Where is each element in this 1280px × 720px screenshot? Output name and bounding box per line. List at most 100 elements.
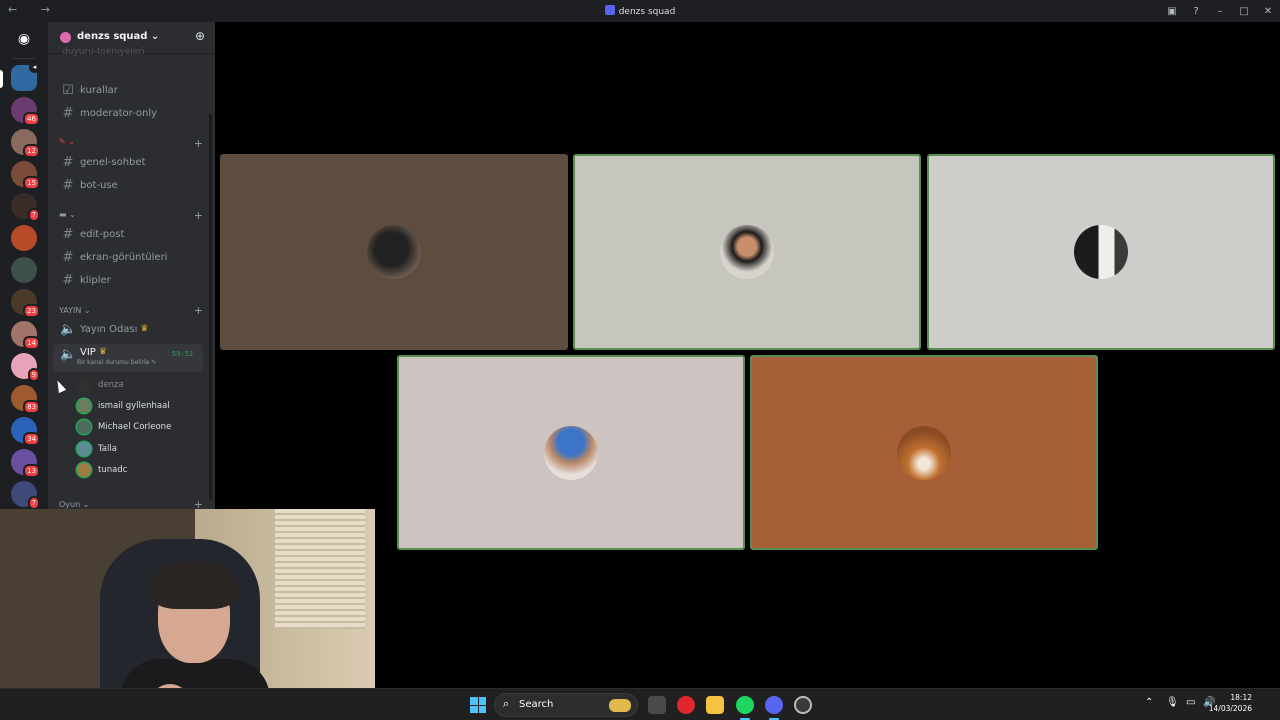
hash-icon: #: [62, 249, 74, 265]
server-icon[interactable]: 7: [11, 193, 40, 222]
voice-icon: ◂: [29, 62, 40, 73]
inbox-icon[interactable]: ▣: [1160, 6, 1184, 17]
server-icon[interactable]: 9: [11, 353, 40, 382]
channel-label: genel-sohbet: [80, 156, 146, 168]
avatar: [77, 463, 91, 477]
category-media-icon[interactable]: ▬ ⌄: [59, 210, 76, 219]
add-member-icon[interactable]: ⊕: [195, 29, 205, 43]
system-clock[interactable]: 18:12 14/03/2026: [1209, 692, 1252, 714]
create-channel-icon[interactable]: +: [194, 304, 203, 317]
server-icon[interactable]: 34: [11, 417, 40, 446]
maximize-button[interactable]: □: [1232, 6, 1256, 17]
search-label: Search: [519, 699, 554, 710]
channel-label: moderator-only: [80, 107, 158, 119]
mention-badge: 14: [23, 336, 40, 350]
category-pencil-icon[interactable]: ✎ ⌄: [59, 137, 75, 146]
task-view-icon[interactable]: [648, 696, 666, 714]
mention-badge: 15: [23, 176, 40, 190]
wedding-photo-avatar: [1074, 225, 1128, 279]
channel-label: edit-post: [80, 228, 125, 240]
webcam-hair: [150, 561, 238, 609]
discord-icon[interactable]: [765, 696, 783, 714]
channel-label: bot-use: [80, 179, 118, 191]
participant-tile[interactable]: [927, 154, 1275, 350]
search-highlight-icon: [609, 699, 631, 712]
category-yayin[interactable]: YAYIN ⌄: [59, 306, 91, 315]
channel-label: VIP: [80, 347, 96, 358]
scrollbar[interactable]: [209, 114, 212, 500]
close-button[interactable]: ✕: [1256, 6, 1280, 17]
user-name: Talla: [98, 444, 117, 454]
mention-badge: 9: [27, 368, 40, 382]
channel-label: kurallar: [80, 84, 118, 96]
category-oyun[interactable]: Oyun ⌄: [59, 500, 89, 509]
server-icon[interactable]: 13: [11, 449, 40, 478]
server-name-text: denzs squad: [77, 31, 148, 42]
channel-kurallar[interactable]: ☑ kurallar: [53, 80, 203, 100]
hash-icon: #: [62, 177, 74, 193]
channel-genel-sohbet[interactable]: # genel-sohbet: [53, 152, 203, 172]
server-icon[interactable]: 7: [11, 481, 40, 510]
network-icon[interactable]: ▭: [1186, 697, 1195, 708]
windows-taskbar: ⌕ Search ⌃ 🎙 ▭ 🔊 18:12 14/03/2026: [0, 688, 1280, 720]
server-icon[interactable]: 12: [11, 129, 40, 158]
mention-badge: 7: [27, 496, 40, 510]
create-channel-icon[interactable]: +: [194, 137, 203, 150]
minimize-button[interactable]: –: [1208, 6, 1232, 17]
clock-date: 14/03/2026: [1208, 704, 1252, 713]
voice-user[interactable]: Michael Corleone: [77, 418, 171, 436]
speaker-icon: 🔈: [60, 347, 77, 362]
channel-bot-use[interactable]: # bot-use: [53, 175, 203, 195]
spotify-icon[interactable]: [736, 696, 754, 714]
channel-sidebar: denzs squad ⌄ ⊕ duyuru-tokniyeleri ☑ kura…: [48, 22, 215, 512]
taskbar-search[interactable]: ⌕ Search: [494, 693, 638, 717]
microphone-icon[interactable]: 🎙: [1166, 697, 1179, 708]
server-icon[interactable]: [11, 257, 37, 283]
window-titlebar: ← → denzs squad ▣ ? – □ ✕: [0, 0, 1280, 22]
participant-tile[interactable]: [750, 355, 1098, 550]
server-icon[interactable]: 46: [11, 97, 40, 126]
channel-edit-post[interactable]: # edit-post: [53, 224, 203, 244]
mention-badge: 83: [23, 400, 40, 414]
server-icon[interactable]: 83: [11, 385, 40, 414]
mention-badge: 7: [27, 208, 40, 222]
help-icon[interactable]: ?: [1184, 6, 1208, 17]
server-icon[interactable]: 15: [11, 161, 40, 190]
search-icon: ⌕: [503, 697, 510, 710]
user-name: denza: [98, 380, 124, 390]
tray-overflow-icon[interactable]: ⌃: [1145, 697, 1153, 708]
hash-icon: #: [62, 154, 74, 170]
file-explorer-icon[interactable]: [706, 696, 724, 714]
mention-badge: 23: [23, 304, 40, 318]
channel-ekran-goruntuleri[interactable]: # ekran-görüntüleri: [53, 247, 203, 267]
participant-tile[interactable]: [573, 154, 921, 350]
server-icon-active[interactable]: ◂: [11, 62, 40, 91]
server-name[interactable]: denzs squad ⌄: [77, 31, 159, 42]
participant-tile[interactable]: [397, 355, 745, 550]
server-boost-icon: [60, 32, 71, 43]
discord-home-icon[interactable]: ◉: [11, 26, 37, 52]
channel-klipler[interactable]: # klipler: [53, 270, 203, 290]
set-channel-status[interactable]: Bir kanal durumu belirle ✎: [77, 359, 156, 366]
voice-user[interactable]: tunadc: [77, 461, 127, 479]
server-icon[interactable]: 14: [11, 321, 40, 350]
user-name: tunadc: [98, 465, 128, 475]
server-icon[interactable]: 23: [11, 289, 40, 318]
server-icon[interactable]: [11, 225, 37, 251]
opera-icon[interactable]: [677, 696, 695, 714]
participant-tile[interactable]: [220, 154, 568, 350]
mention-badge: 12: [23, 144, 40, 158]
voice-user[interactable]: Talla: [77, 440, 117, 458]
user-name: Michael Corleone: [98, 422, 172, 432]
channel-moderator-only[interactable]: # moderator-only: [53, 103, 203, 123]
create-channel-icon[interactable]: +: [194, 209, 203, 222]
windows-start-icon[interactable]: [470, 697, 486, 713]
voice-user[interactable]: ismail gyllenhaal: [77, 397, 170, 415]
mention-badge: 34: [23, 432, 40, 446]
avatar: [77, 420, 91, 434]
app-icon[interactable]: [794, 696, 812, 714]
voice-channel-vip[interactable]: 🔈 VIP ♛ 59:53 Bir kanal durumu belirle ✎: [53, 344, 203, 372]
partial-channel[interactable]: duyuru-tokniyeleri: [62, 47, 145, 57]
voice-user[interactable]: denza: [77, 376, 124, 394]
voice-channel-yayin-odasi[interactable]: 🔈 Yayın Odası ♛: [53, 319, 203, 339]
